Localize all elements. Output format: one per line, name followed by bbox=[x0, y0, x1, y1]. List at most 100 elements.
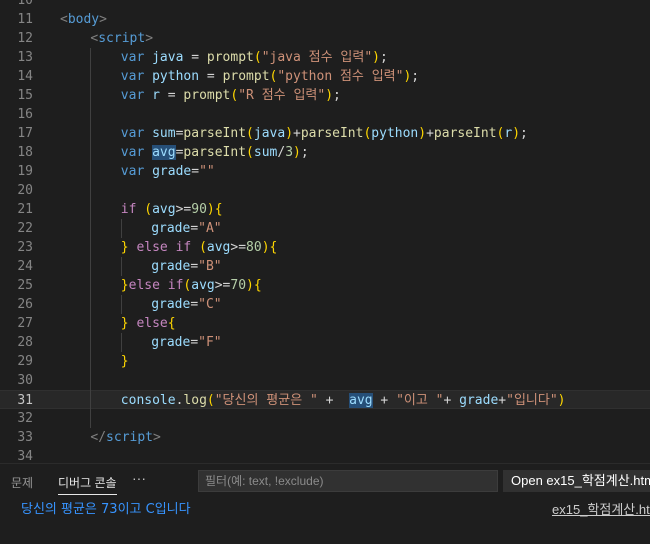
line-number: 12 bbox=[17, 31, 33, 46]
code-line[interactable]: 26 grade="C" bbox=[0, 295, 650, 314]
line-number: 16 bbox=[17, 107, 33, 122]
code-line[interactable]: 33 </script> bbox=[0, 428, 650, 447]
code-line[interactable]: 24 grade="B" bbox=[0, 257, 650, 276]
more-actions-icon[interactable]: ··· bbox=[132, 470, 146, 486]
code-token: 70 bbox=[230, 278, 247, 293]
code-token: java bbox=[152, 50, 184, 65]
indent-guide bbox=[90, 162, 92, 181]
code-line[interactable]: 21 if (avg>=90){ bbox=[0, 200, 650, 219]
code-token: sum bbox=[253, 145, 278, 160]
code-token: + bbox=[317, 393, 350, 408]
code-text: grade="F" bbox=[151, 333, 221, 352]
code-token: + bbox=[498, 393, 507, 408]
code-text: }else if(avg>=70){ bbox=[121, 276, 262, 295]
code-token: avg bbox=[152, 145, 176, 160]
code-token: ) bbox=[285, 126, 294, 141]
line-number: 31 bbox=[17, 393, 33, 408]
indent-guide bbox=[90, 409, 92, 428]
code-line[interactable]: 22 grade="A" bbox=[0, 219, 650, 238]
indent-guide bbox=[90, 48, 92, 67]
code-text: console.log("당신의 평균은 " + avg + "이고 "+ gr… bbox=[121, 391, 566, 410]
code-token: + bbox=[426, 126, 434, 141]
code-token: r bbox=[152, 88, 160, 103]
code-text: var java = prompt("java 점수 입력"); bbox=[121, 48, 388, 67]
code-token: { bbox=[269, 240, 278, 255]
code-line[interactable]: 25}else if(avg>=70){ bbox=[0, 276, 650, 295]
code-token: ( bbox=[199, 240, 207, 255]
code-line[interactable]: 19 var grade="" bbox=[0, 162, 650, 181]
code-token: = bbox=[159, 88, 184, 103]
line-number: 17 bbox=[17, 126, 33, 141]
code-line[interactable]: 34 bbox=[0, 447, 650, 463]
code-line[interactable]: 13 var java = prompt("java 점수 입력"); bbox=[0, 48, 650, 67]
code-token: ( bbox=[246, 126, 254, 141]
code-line[interactable]: 10 bbox=[0, 0, 650, 10]
code-token: var bbox=[120, 88, 145, 103]
source-location-link[interactable]: ex15_학점계산.html:20 bbox=[552, 499, 650, 518]
code-text: } bbox=[121, 352, 129, 371]
open-source-button[interactable]: Open ex15_학점계산.html bbox=[503, 470, 650, 492]
code-token: > bbox=[153, 430, 161, 445]
code-token: console bbox=[120, 393, 176, 408]
code-line[interactable]: 20 bbox=[0, 181, 650, 200]
code-text: <body> bbox=[60, 10, 107, 29]
code-token: = bbox=[191, 164, 200, 179]
indent-guide bbox=[90, 295, 92, 314]
code-token: >= bbox=[175, 202, 192, 217]
line-number: 20 bbox=[17, 183, 33, 198]
tab-problems[interactable]: 문제 bbox=[11, 472, 33, 494]
indent-guide bbox=[120, 295, 122, 314]
code-token: ) bbox=[246, 278, 254, 293]
code-token: >= bbox=[214, 278, 231, 293]
code-token: { bbox=[253, 278, 262, 293]
code-token: parseInt bbox=[183, 145, 247, 160]
code-token: "C" bbox=[198, 297, 222, 312]
indent-guide bbox=[90, 390, 92, 409]
code-token: java bbox=[253, 126, 286, 141]
code-token: body bbox=[67, 12, 100, 27]
code-line[interactable]: 16 bbox=[0, 105, 650, 124]
code-line[interactable]: 12 <script> bbox=[0, 29, 650, 48]
code-text: </script> bbox=[90, 428, 160, 447]
code-token: ) bbox=[418, 126, 427, 141]
code-token: "F" bbox=[198, 335, 222, 350]
code-line[interactable]: 14 var python = prompt("python 점수 입력"); bbox=[0, 67, 650, 86]
code-line[interactable]: 17 var sum=parseInt(java)+parseInt(python… bbox=[0, 124, 650, 143]
indent-guide bbox=[120, 257, 122, 276]
code-token: + bbox=[372, 393, 397, 408]
code-token: } bbox=[120, 316, 129, 331]
tab-debug-console[interactable]: 디버그 콘솔 bbox=[58, 472, 117, 495]
filter-input[interactable] bbox=[198, 470, 498, 492]
code-token: { bbox=[214, 202, 223, 217]
code-token: ; bbox=[380, 50, 388, 65]
code-line[interactable]: 18 var avg=parseInt(sum/3); bbox=[0, 143, 650, 162]
code-token: } bbox=[120, 240, 129, 255]
code-line[interactable]: 28 grade="F" bbox=[0, 333, 650, 352]
line-number: 13 bbox=[17, 50, 33, 65]
code-text: grade="C" bbox=[151, 295, 221, 314]
code-token: ; bbox=[300, 145, 309, 160]
code-line[interactable]: 31 console.log("당신의 평균은 " + avg + "이고 "+ … bbox=[0, 390, 650, 409]
code-editor[interactable]: 10 11 <body> 12 <script> 13 var java = prompt(… bbox=[0, 0, 650, 463]
code-line[interactable]: 27} else{ bbox=[0, 314, 650, 333]
line-number: 30 bbox=[17, 373, 33, 388]
code-token: python bbox=[371, 126, 419, 141]
code-token: parseInt bbox=[183, 126, 247, 141]
code-token: "" bbox=[199, 164, 215, 179]
code-token: { bbox=[167, 316, 176, 331]
code-line[interactable]: 15 var r = prompt("R 점수 입력"); bbox=[0, 86, 650, 105]
code-line[interactable]: 30 bbox=[0, 371, 650, 390]
code-text: <script> bbox=[90, 29, 153, 48]
code-line[interactable]: 23} else if (avg>=80){ bbox=[0, 238, 650, 257]
code-token: + bbox=[293, 126, 301, 141]
code-line[interactable]: 29} bbox=[0, 352, 650, 371]
code-line[interactable]: 32 bbox=[0, 409, 650, 428]
code-token: avg bbox=[191, 278, 215, 293]
code-token: ) bbox=[206, 202, 215, 217]
indent-guide bbox=[90, 86, 92, 105]
code-line[interactable]: 11 <body> bbox=[0, 10, 650, 29]
code-token: grade bbox=[152, 164, 192, 179]
